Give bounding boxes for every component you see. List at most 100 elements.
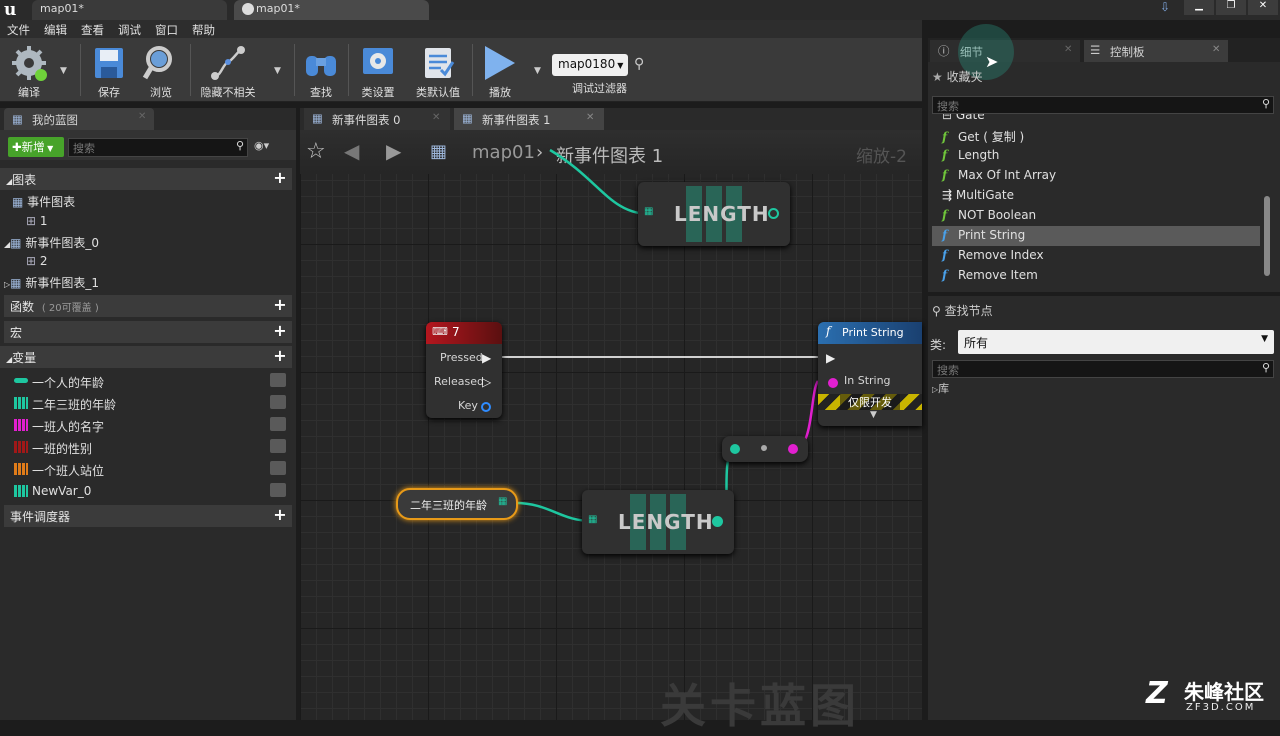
tab-new-event-graph-0[interactable]: ▦ 新事件图表 0 ✕	[304, 108, 450, 130]
visibility-eye-icon[interactable]	[270, 439, 286, 453]
event-dispatchers-section-header[interactable]: 事件调度器 +	[4, 505, 292, 527]
menu-view[interactable]: 查看	[74, 20, 111, 40]
class-filter-select[interactable]: 所有 ▼	[958, 330, 1274, 354]
library-tree-item[interactable]: ▷库	[932, 380, 949, 396]
list-item-gate[interactable]: ⊟ Gate	[942, 114, 985, 126]
tab-new-event-graph-1[interactable]: ▦ 新事件图表 1 ✕	[454, 108, 604, 130]
list-item-max-of-int-array[interactable]: f Max Of Int Array	[942, 166, 1056, 186]
debug-filter-select[interactable]: map0180 ▼	[552, 54, 628, 76]
tree-item-node[interactable]: ⊞ 1	[26, 214, 48, 228]
tree-item-new-graph-1[interactable]: ▷▦ 新事件图表_1	[4, 274, 99, 291]
length-node-bottom[interactable]: LENGTH ▦	[582, 490, 734, 554]
my-blueprint-tab[interactable]: ▦ 我的蓝图 ✕	[4, 108, 154, 130]
menu-debug[interactable]: 调试	[111, 20, 148, 40]
variable-row[interactable]: 一个人的年龄	[10, 370, 290, 392]
compile-button[interactable]: 编译	[6, 38, 52, 102]
close-icon[interactable]: ✕	[1248, 0, 1278, 15]
add-variable-button[interactable]: +	[272, 348, 288, 364]
close-icon[interactable]: ✕	[1064, 44, 1072, 55]
exec-input-pin-icon[interactable]: ▶	[826, 351, 835, 365]
array-pin-icon[interactable]: ▦	[498, 496, 507, 507]
menu-edit[interactable]: 编辑	[37, 20, 74, 40]
chevron-down-icon[interactable]: ▼	[870, 410, 877, 420]
add-dispatcher-button[interactable]: +	[272, 507, 288, 523]
favorites-header[interactable]: ★ 收藏夹	[932, 68, 983, 85]
tab-palette[interactable]: ☰ 控制板 ✕	[1084, 40, 1228, 62]
add-new-button[interactable]: ✚新增 ▼	[8, 137, 64, 157]
eye-icon[interactable]: ◉▾	[254, 139, 269, 152]
list-item-print-string[interactable]: f Print String	[932, 226, 1260, 246]
add-macro-button[interactable]: +	[272, 323, 288, 339]
add-graph-button[interactable]: +	[272, 170, 288, 186]
blueprint-search-input[interactable]: 搜索 ⚲	[68, 138, 248, 157]
exec-pin-empty-icon[interactable]: ▷	[482, 375, 491, 389]
close-icon[interactable]: ✕	[586, 112, 594, 123]
source-control-icon[interactable]: ⇩	[1160, 0, 1176, 14]
visibility-eye-icon[interactable]	[270, 395, 286, 409]
chevron-down-icon[interactable]: ▼	[60, 66, 67, 76]
palette-search-input[interactable]: 搜索 ⚲	[932, 96, 1274, 114]
menu-file[interactable]: 文件	[0, 20, 37, 40]
browse-button[interactable]: 浏览	[138, 38, 184, 102]
int-to-string-node[interactable]	[722, 436, 808, 462]
list-item-length[interactable]: f Length	[942, 146, 999, 166]
maximize-icon[interactable]: ❐	[1216, 0, 1246, 15]
class-settings-button[interactable]: 类设置	[354, 38, 402, 102]
variable-row[interactable]: 二年三班的年龄	[10, 392, 290, 414]
class-defaults-button[interactable]: 类默认值	[410, 38, 466, 102]
window-tab-1[interactable]: map01*	[32, 0, 227, 20]
play-button[interactable]: 播放	[478, 38, 522, 102]
close-icon[interactable]: ✕	[432, 112, 440, 123]
variable-get-node[interactable]: 二年三班的年龄 ▦	[396, 488, 518, 520]
window-tab-2[interactable]: map01*	[234, 0, 429, 20]
key-output-pin[interactable]	[481, 402, 491, 412]
output-pin[interactable]	[712, 516, 723, 527]
tree-item-event-graph[interactable]: ▦ 事件图表	[12, 193, 75, 210]
variable-row[interactable]: 一班的性别	[10, 436, 290, 458]
variable-row[interactable]: 一个班人站位	[10, 458, 290, 480]
key-event-node[interactable]: ⌨ 7 Pressed ▶ Released ▷ Key	[426, 322, 502, 418]
menu-window[interactable]: 窗口	[148, 20, 185, 40]
close-icon[interactable]: ✕	[1212, 44, 1220, 55]
variable-row[interactable]: NewVar_0	[10, 480, 290, 502]
add-function-button[interactable]: +	[272, 297, 288, 313]
search-placeholder: 搜索	[937, 100, 959, 113]
functions-section-header[interactable]: 函数 ( 20可覆盖 ) +	[4, 295, 292, 317]
visibility-eye-icon[interactable]	[270, 483, 286, 497]
print-string-node[interactable]: f Print String ▶ In String 仅限开发 ▼	[818, 322, 922, 426]
length-node-top[interactable]: LENGTH ▦	[638, 182, 790, 246]
list-item-not-boolean[interactable]: f NOT Boolean	[942, 206, 1036, 226]
search-icon[interactable]: ⚲	[634, 56, 644, 72]
close-icon[interactable]: ✕	[138, 111, 146, 122]
palette-scrollbar[interactable]	[1264, 196, 1270, 276]
array-pin-icon[interactable]: ▦	[588, 514, 597, 525]
chevron-down-icon[interactable]: ▼	[534, 66, 541, 76]
visibility-eye-icon[interactable]	[270, 373, 286, 387]
find-node-search-input[interactable]: 搜索 ⚲	[932, 360, 1274, 378]
macros-section-header[interactable]: 宏 +	[4, 321, 292, 343]
output-pin[interactable]	[768, 208, 779, 219]
conversion-input-pin[interactable]	[730, 444, 740, 454]
visibility-eye-icon[interactable]	[270, 417, 286, 431]
list-item-multigate[interactable]: ⇶ MultiGate	[942, 186, 1014, 206]
graph-canvas[interactable]: ☆ ◀ ▶ ▦ map01 › 新事件图表 1 缩放-2 LENGTH ▦ ⌨ …	[300, 130, 922, 733]
list-item-remove-item[interactable]: f Remove Item	[942, 266, 1038, 286]
conversion-output-pin[interactable]	[788, 444, 798, 454]
menu-help[interactable]: 帮助	[185, 20, 222, 40]
tree-item-new-graph-0[interactable]: ◢▦ 新事件图表_0	[4, 234, 99, 251]
in-string-pin[interactable]	[828, 378, 838, 388]
list-item-get-copy[interactable]: f Get ( 复制 )	[942, 126, 1024, 146]
save-button[interactable]: 保存	[88, 38, 130, 102]
exec-pin-filled-icon[interactable]: ▶	[482, 351, 491, 365]
graphs-section-header[interactable]: ◢图表 +	[0, 168, 292, 190]
list-item-remove-index[interactable]: f Remove Index	[942, 246, 1044, 266]
array-pin-icon[interactable]: ▦	[644, 206, 653, 217]
tree-item-node[interactable]: ⊞ 2	[26, 254, 48, 268]
variable-row[interactable]: 一班人的名字	[10, 414, 290, 436]
minimize-icon[interactable]: ▁	[1184, 0, 1214, 15]
find-button[interactable]: 查找	[300, 38, 342, 102]
visibility-eye-icon[interactable]	[270, 461, 286, 475]
hide-unrelated-button[interactable]: 隐藏不相关	[196, 38, 260, 102]
chevron-down-icon[interactable]: ▼	[274, 66, 281, 76]
variables-section-header[interactable]: ◢变量 +	[0, 346, 292, 368]
